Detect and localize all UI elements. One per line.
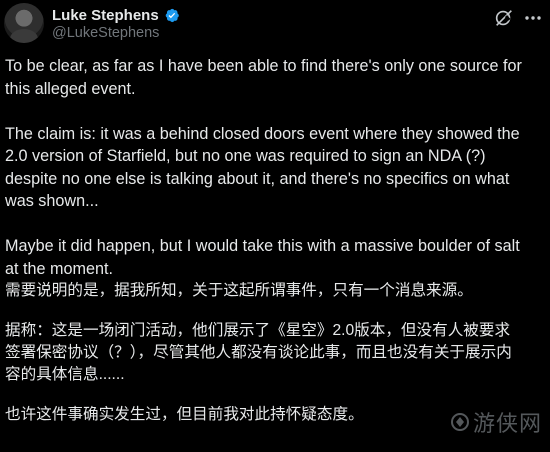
watermark-text: 游侠网 [472,412,542,437]
tweet-text-line: despite no one else is talking about it,… [5,169,510,188]
grok-icon[interactable] [493,7,515,29]
more-options-icon[interactable] [522,9,544,27]
author-name-row: Luke Stephens [52,5,180,25]
watermark: 游侠网 [449,406,542,438]
tweet-text-line: The claim is: it was a behind closed doo… [5,124,520,143]
avatar[interactable] [4,3,44,43]
tweet-body: To be clear, as far as I have been able … [5,55,545,426]
tweet-text-line: at the moment. [5,259,113,278]
tweet-header: Luke Stephens @LukeStephens [0,0,550,52]
tweet-text-line: was shown... [5,192,99,210]
tweet-text-line: Maybe it did happen, but I would take th… [5,237,520,255]
translation-text-line: 据称：这是一场闭门活动，他们展示了《星空》2.0版本，但没有人被要求 [5,322,511,339]
tweet-text-line: 2.0 version of Starfield, but no one was… [5,147,486,165]
author-display-name[interactable]: Luke Stephens [52,7,159,24]
watermark-logo-icon [450,413,469,431]
translation-text-line: 容的具体信息...... [5,366,125,383]
author-handle[interactable]: @LukeStephens [52,25,159,41]
tweet: Luke Stephens @LukeStephens To be clear,… [0,0,550,452]
tweet-text-line: To be clear, as far as I have been able … [5,57,522,75]
translation-text-line: 签署保密协议（？），尽管其他人都没有谈论此事，而且也没有关于展示内 [5,344,512,361]
translation-text-line: 需要说明的是，据我所知，关于这起所谓事件，只有一个消息来源。 [5,282,473,299]
avatar-figure [10,29,38,43]
verified-badge-icon [165,8,179,22]
tweet-text-line: this alleged event. [5,79,136,98]
